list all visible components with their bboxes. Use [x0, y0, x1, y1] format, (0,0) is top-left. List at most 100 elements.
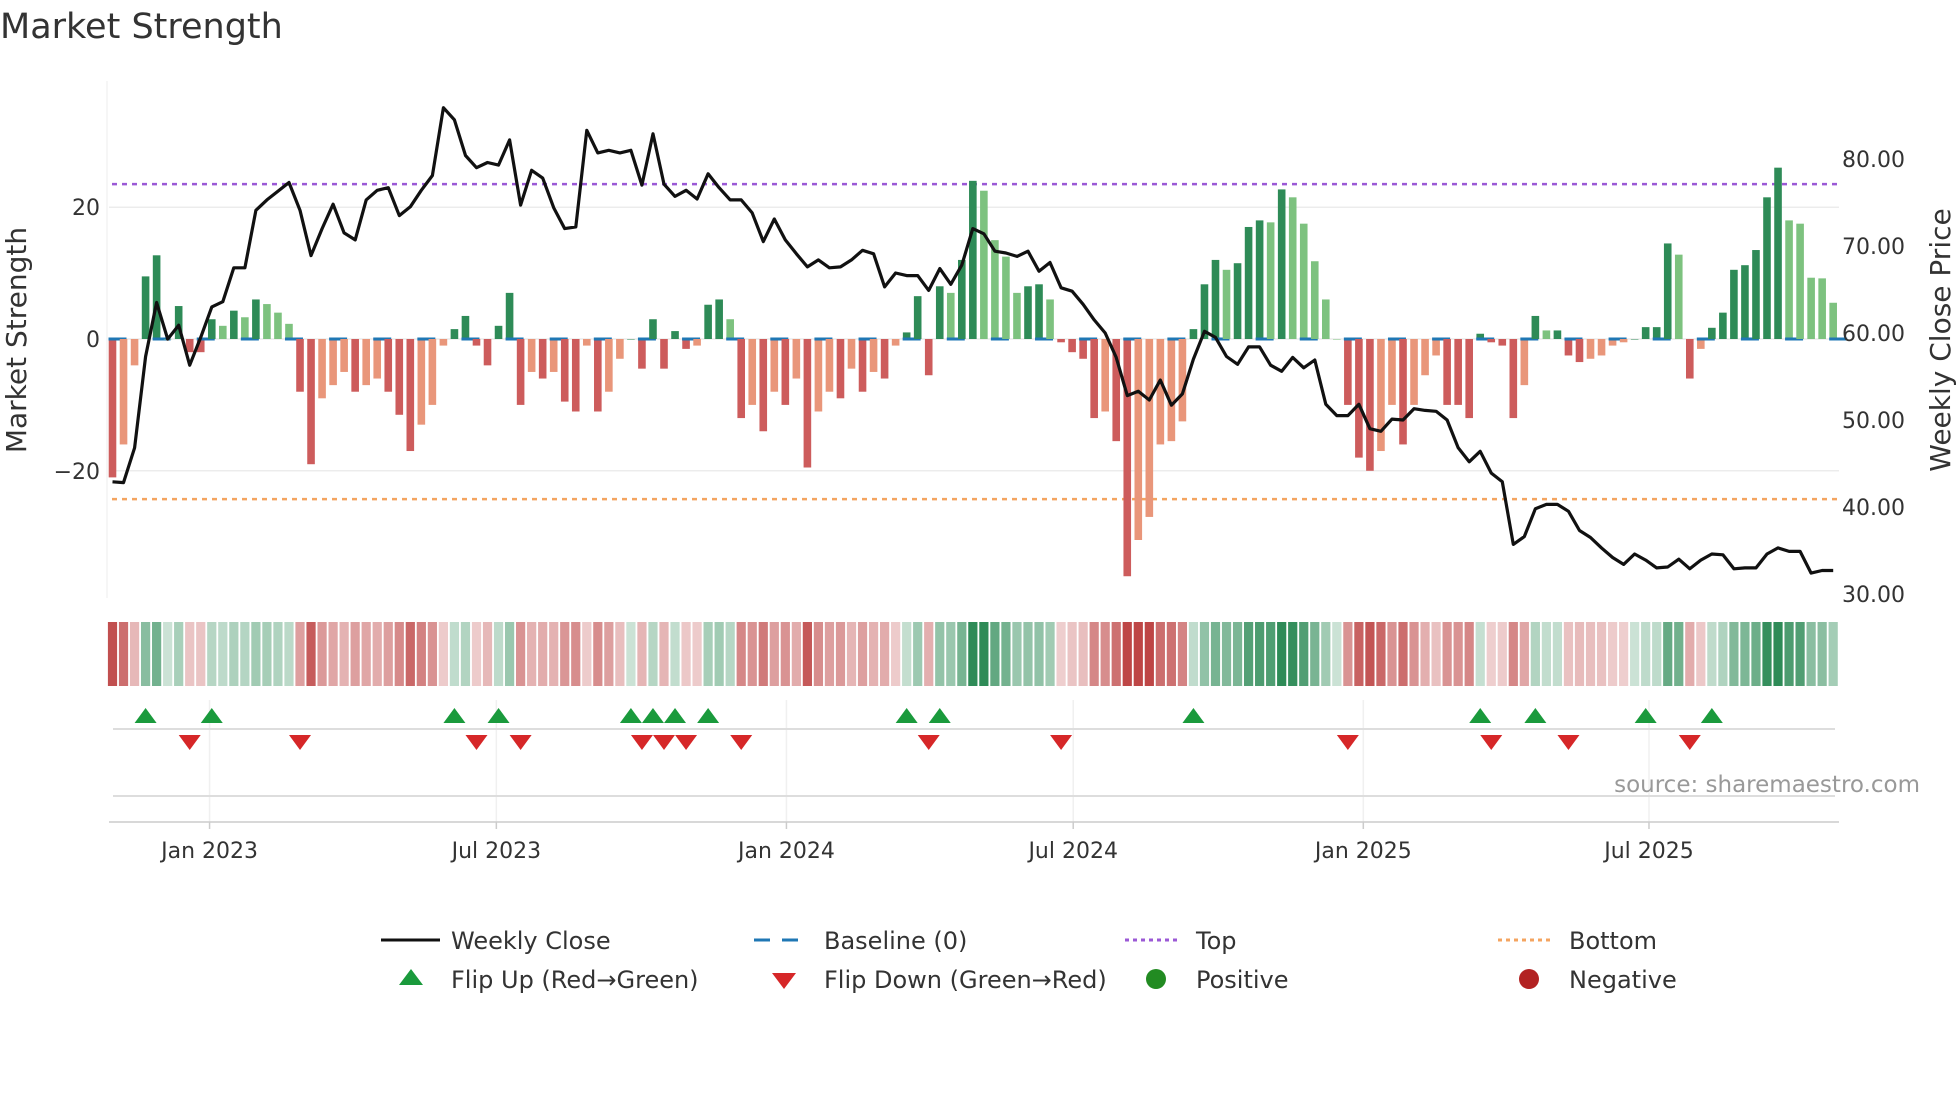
negative-bar: [417, 339, 426, 425]
positive-bar: [1013, 292, 1021, 339]
negative-bar: [340, 339, 348, 372]
negative-bar: [130, 339, 139, 366]
y2-tick-label: 40.00: [1842, 496, 1905, 521]
negative-bar: [825, 339, 834, 392]
heat-cell: [1409, 622, 1419, 686]
heat-cell: [207, 622, 217, 686]
positive-bar: [1752, 250, 1760, 339]
heat-cell: [1221, 622, 1232, 686]
heat-cell: [957, 622, 967, 686]
negative-bar: [108, 339, 117, 478]
positive-bar: [1730, 269, 1738, 339]
legend-negative-icon: [1519, 969, 1539, 989]
flip-up-marker: [1634, 708, 1657, 723]
heat-cell: [659, 622, 669, 686]
heat-cell: [516, 622, 526, 686]
heat-cell: [880, 622, 890, 686]
y-tick-label: 20: [72, 196, 100, 221]
heat-cell: [527, 622, 537, 686]
negative-bar: [1057, 339, 1065, 343]
heat-cell: [185, 622, 195, 686]
heat-cell: [725, 622, 735, 686]
positive-bar: [1531, 315, 1540, 339]
negative-bar: [924, 339, 933, 376]
legend-bottom: Bottom: [1569, 927, 1657, 955]
heat-cell: [284, 622, 294, 686]
heat-cell: [1332, 622, 1342, 686]
positive-bar: [704, 304, 712, 339]
positive-bar: [1674, 254, 1683, 339]
flip-up-marker: [641, 708, 664, 723]
positive-bar: [1818, 278, 1826, 339]
heat-cell: [1210, 622, 1221, 686]
negative-bar: [1090, 339, 1098, 419]
x-tick-label: Jan 2025: [1313, 839, 1412, 864]
negative-bar: [582, 339, 591, 346]
heat-cell: [1475, 622, 1485, 686]
y2-tick-label: 50.00: [1842, 409, 1905, 434]
positive-bar: [1333, 339, 1341, 340]
positive-bar: [980, 190, 988, 339]
legend-negative: Negative: [1569, 966, 1677, 994]
negative-bar: [549, 339, 558, 372]
heat-cell: [1641, 622, 1651, 686]
heat-cell: [295, 622, 305, 686]
negative-bar: [1575, 339, 1584, 363]
heat-cell: [1376, 622, 1386, 686]
positive-bar: [1046, 299, 1054, 339]
heat-cell: [416, 622, 426, 686]
heat-cell: [1431, 622, 1441, 686]
y2-tick-label: 80.00: [1842, 148, 1905, 173]
heat-cell: [979, 622, 989, 686]
positive-bar: [1024, 286, 1032, 339]
positive-bar: [715, 299, 723, 339]
heat-cell: [1067, 622, 1077, 686]
negative-bar: [1399, 339, 1407, 445]
heat-cell: [935, 622, 945, 686]
heat-cell: [383, 622, 393, 686]
heat-cell: [1232, 622, 1243, 686]
heat-cell: [1045, 622, 1055, 686]
negative-bar: [847, 339, 856, 369]
heat-cell: [747, 622, 757, 686]
heat-cell: [394, 622, 404, 686]
positive-bar: [913, 296, 922, 339]
heat-cell: [1718, 622, 1728, 686]
heat-cell: [703, 622, 713, 686]
flip-down-marker: [917, 735, 940, 750]
negative-bar: [1101, 339, 1109, 412]
negative-bar: [1443, 339, 1451, 405]
flip-up-marker: [487, 708, 510, 723]
heat-cell: [482, 622, 493, 686]
heat-cell: [835, 622, 846, 686]
heat-cell: [1365, 622, 1375, 686]
flip-down-marker: [1050, 735, 1073, 750]
negative-bar: [119, 339, 128, 445]
heat-cell: [1751, 622, 1761, 686]
positive-bar: [1277, 189, 1286, 339]
heat-cell: [1266, 622, 1276, 686]
positive-bar: [1244, 226, 1253, 339]
negative-bar: [483, 339, 492, 366]
strength-bars: [108, 167, 1848, 577]
flip-down-marker: [1557, 735, 1580, 750]
positive-bar: [505, 292, 514, 339]
heat-cell: [648, 622, 658, 686]
heat-cell: [560, 622, 570, 686]
heat-cell: [1607, 622, 1618, 686]
heat-cell: [1310, 622, 1320, 686]
heat-cell: [637, 622, 647, 686]
flip-up-marker: [1469, 708, 1492, 723]
legend-baseline: Baseline (0): [824, 927, 967, 955]
legend-positive: Positive: [1196, 966, 1289, 994]
heat-cell: [1321, 622, 1331, 686]
negative-bar: [1068, 339, 1076, 353]
positive-bar: [1266, 222, 1275, 339]
heat-cell: [549, 622, 559, 686]
heat-cell: [1552, 622, 1563, 686]
negative-bar: [858, 339, 867, 392]
negative-bar: [781, 339, 790, 405]
heat-cell: [1100, 622, 1110, 686]
positive-bar: [252, 299, 260, 339]
negative-bar: [1454, 339, 1462, 405]
